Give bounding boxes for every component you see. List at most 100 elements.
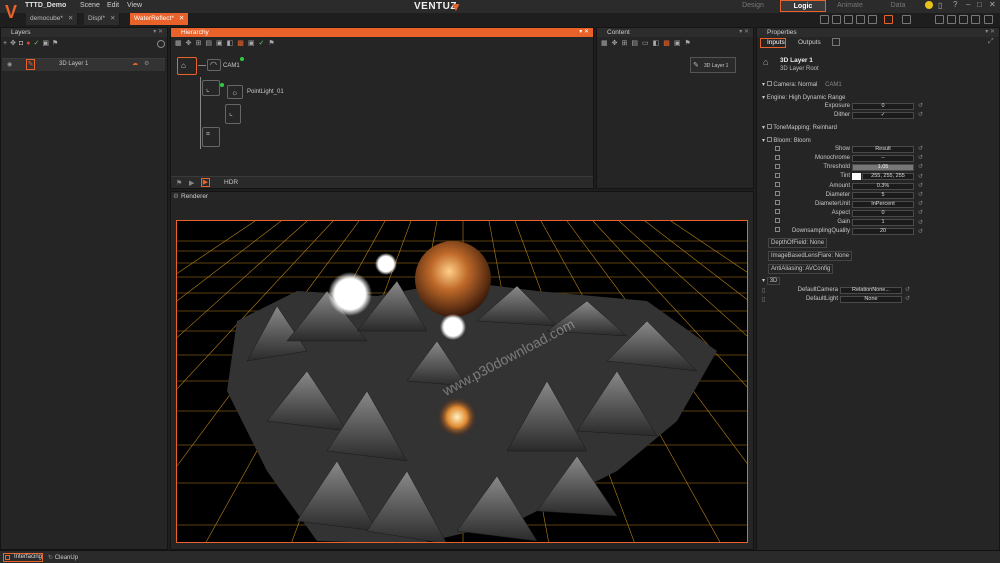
mode-design[interactable]: Design bbox=[730, 0, 776, 12]
tab-outputs[interactable]: Outputs bbox=[798, 39, 821, 46]
layout-icon[interactable]: ▤ bbox=[205, 40, 216, 47]
amount-field[interactable]: 0.3% bbox=[852, 183, 914, 190]
section-3d-row[interactable]: ▾ 3D bbox=[762, 277, 781, 285]
param-checkbox[interactable] bbox=[775, 164, 780, 169]
image-icon[interactable]: ▣ bbox=[248, 40, 259, 47]
hierarchy-root-node[interactable]: ⌂ bbox=[177, 57, 197, 75]
visibility-icon[interactable]: ◉ bbox=[7, 61, 12, 68]
bookmark-icon[interactable]: ⚑ bbox=[685, 40, 695, 47]
close-icon[interactable]: ✕ bbox=[989, 0, 996, 9]
bloom-checkbox[interactable] bbox=[766, 137, 772, 142]
smiley-icon[interactable] bbox=[925, 1, 933, 9]
link-icon[interactable]: ↺ bbox=[918, 209, 923, 218]
expand-icon[interactable]: ⤢ bbox=[988, 38, 994, 46]
link-icon[interactable]: ↺ bbox=[918, 228, 923, 237]
tab-displ[interactable]: Displ* ✕ bbox=[84, 13, 121, 25]
camera-node[interactable]: ◠ bbox=[207, 59, 221, 71]
panel-menu-icon[interactable]: ▾ ✕ bbox=[153, 28, 163, 37]
menu-edit[interactable]: Edit bbox=[107, 2, 119, 9]
bookmark-icon[interactable]: ⚑ bbox=[268, 40, 278, 47]
mesh-node[interactable]: ⌗ bbox=[202, 127, 220, 147]
bookmark-icon[interactable]: ⚑ bbox=[52, 40, 61, 47]
downsampling-field[interactable]: 20 bbox=[852, 228, 914, 235]
param-checkbox[interactable] bbox=[775, 173, 780, 178]
tint-field[interactable]: 255, 255, 255 bbox=[862, 173, 914, 180]
link-icon[interactable]: ↺ bbox=[918, 102, 923, 111]
panel-menu-icon[interactable]: ▾ ✕ bbox=[739, 28, 749, 37]
tool-flag-icon[interactable] bbox=[959, 15, 968, 24]
maximize-icon[interactable]: □ bbox=[977, 0, 982, 9]
monochrome-field[interactable]: -- bbox=[852, 155, 914, 162]
hdr-node-icon[interactable]: ▶ bbox=[201, 178, 210, 187]
default-light-checkbox[interactable]: ▯ bbox=[762, 296, 765, 303]
selected-icon[interactable]: ▩ bbox=[237, 40, 248, 47]
layer-settings-icon[interactable]: ⚙ bbox=[144, 60, 149, 67]
tool-grid-icon[interactable] bbox=[832, 15, 841, 24]
tool-image-icon[interactable] bbox=[856, 15, 865, 24]
link-icon[interactable]: ↺ bbox=[918, 182, 923, 191]
lens-flare-row[interactable]: ImageBasedLensFlare: None bbox=[768, 251, 853, 261]
grid-icon[interactable]: ▦ bbox=[601, 40, 612, 47]
globe-icon[interactable] bbox=[157, 40, 165, 48]
default-camera-dropdown[interactable]: RelationNone... bbox=[840, 287, 902, 294]
mirror-icon[interactable]: ◧ bbox=[227, 40, 238, 47]
tool-layout-icon[interactable] bbox=[844, 15, 853, 24]
param-checkbox[interactable] bbox=[775, 200, 780, 205]
tool-grid2-icon[interactable] bbox=[902, 15, 911, 24]
light-node[interactable]: ☼ bbox=[227, 85, 243, 99]
exposure-field[interactable]: 0 bbox=[852, 103, 914, 110]
layout-icon[interactable]: ▤ bbox=[631, 40, 642, 47]
mode-animate[interactable]: Animate bbox=[827, 0, 873, 12]
tool-active-icon[interactable] bbox=[884, 15, 893, 24]
link-icon[interactable]: ↺ bbox=[918, 154, 923, 163]
help-icon[interactable]: ? bbox=[953, 0, 957, 9]
cleanup-button[interactable]: ↻ CleanUp bbox=[48, 554, 78, 561]
param-checkbox[interactable] bbox=[775, 182, 780, 187]
list-item[interactable]: ◉ ✎ 3D Layer 1 ☁ ⚙ bbox=[2, 58, 165, 71]
stop-icon[interactable]: ⚑ bbox=[176, 179, 182, 187]
monitor-icon[interactable]: ▭ bbox=[642, 40, 653, 47]
link-icon[interactable]: ↺ bbox=[918, 200, 923, 209]
link-icon[interactable]: ↺ bbox=[918, 111, 923, 120]
tonemapping-checkbox[interactable] bbox=[766, 124, 772, 129]
gear-icon[interactable]: ⚙ bbox=[173, 192, 179, 201]
diameter-field[interactable]: 5 bbox=[852, 192, 914, 199]
tint-swatch[interactable] bbox=[852, 173, 861, 180]
dither-checkbox[interactable]: ✓ bbox=[852, 112, 914, 119]
tab-waterreflect[interactable]: WaterReflect* ✕ bbox=[130, 13, 190, 25]
tab-inputs[interactable]: Inputs bbox=[760, 38, 786, 48]
group-icon[interactable]: ⊞ bbox=[196, 40, 206, 47]
param-checkbox[interactable] bbox=[775, 146, 780, 151]
tool-pin-icon[interactable] bbox=[947, 15, 956, 24]
camera-row[interactable]: ▾ Camera: Normal CAM1 bbox=[762, 81, 842, 88]
diameter-unit-dropdown[interactable]: InPercent bbox=[852, 201, 914, 208]
param-checkbox[interactable] bbox=[775, 218, 780, 223]
param-checkbox[interactable] bbox=[775, 227, 780, 232]
default-camera-checkbox[interactable]: ▯ bbox=[762, 287, 765, 294]
mode-data[interactable]: Data bbox=[875, 0, 921, 12]
mode-logic[interactable]: Logic bbox=[780, 0, 826, 12]
engine-row[interactable]: ▾ Engine: High Dynamic Range bbox=[762, 94, 845, 101]
move-icon[interactable]: ✥ bbox=[612, 40, 622, 47]
threshold-field[interactable]: 1.05 bbox=[852, 164, 914, 171]
axis-node[interactable]: ⌞ bbox=[202, 80, 220, 96]
tab-democube[interactable]: democube* ✕ bbox=[26, 13, 79, 25]
content-item[interactable]: ✎ 3D Layer 1 bbox=[690, 57, 736, 73]
check-icon[interactable]: ✓ bbox=[33, 40, 42, 47]
link-icon[interactable]: ↺ bbox=[905, 295, 910, 302]
panel-menu-icon[interactable]: ▾ ✕ bbox=[579, 28, 589, 37]
render-viewport[interactable]: www.p30download.com bbox=[176, 220, 748, 543]
tool-square-icon[interactable] bbox=[820, 15, 829, 24]
grid-icon[interactable]: ▦ bbox=[175, 40, 186, 47]
depth-of-field-row[interactable]: DepthOfField: None bbox=[768, 238, 828, 248]
image-icon[interactable]: ▣ bbox=[674, 40, 685, 47]
tab-options-icon[interactable] bbox=[832, 38, 840, 46]
image-icon[interactable]: ▣ bbox=[42, 40, 52, 47]
link-icon[interactable]: ↺ bbox=[918, 145, 923, 154]
move-icon[interactable]: ✥ bbox=[10, 40, 19, 47]
minimize-icon[interactable]: – bbox=[966, 0, 970, 9]
camera-icon[interactable]: ▣ bbox=[216, 40, 227, 47]
tonemapping-row[interactable]: ▾ ToneMapping: Reinhard bbox=[762, 124, 837, 131]
link-icon[interactable]: ↺ bbox=[918, 219, 923, 228]
param-checkbox[interactable] bbox=[775, 191, 780, 196]
